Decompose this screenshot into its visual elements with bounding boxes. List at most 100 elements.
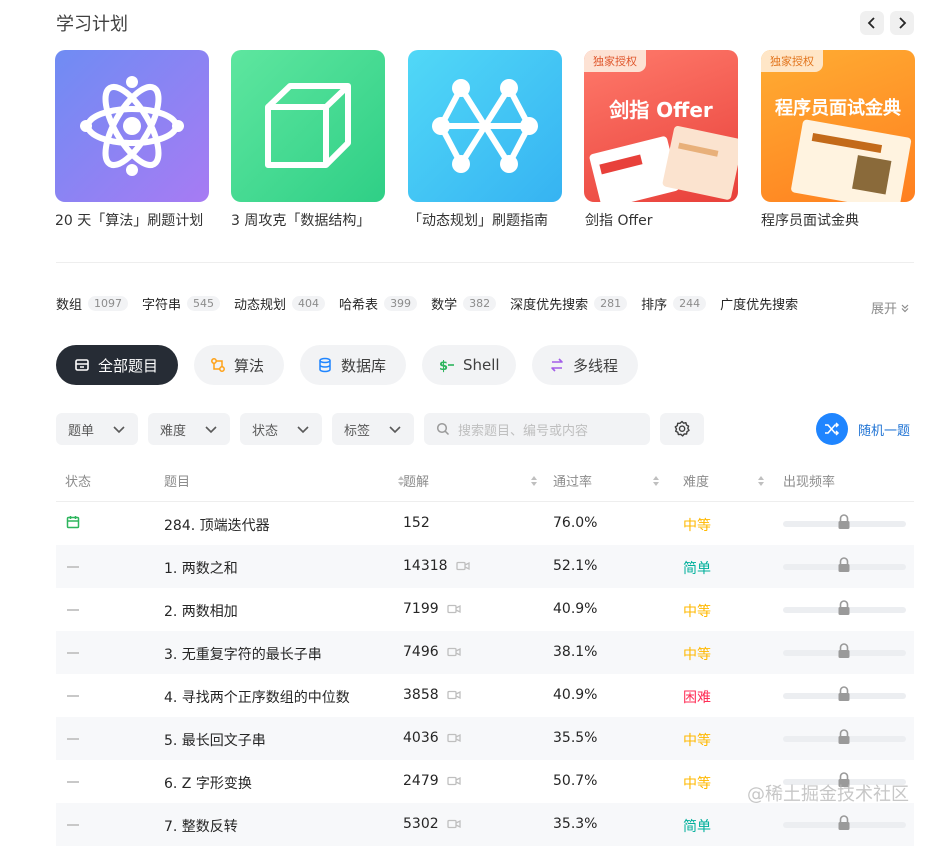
- lock-icon[interactable]: [837, 729, 851, 745]
- study-plan-card-data-structure[interactable]: [231, 50, 385, 202]
- video-icon[interactable]: [446, 646, 461, 658]
- problem-title[interactable]: 7. 整数反转: [164, 816, 238, 836]
- study-plan-card-algorithm[interactable]: [55, 50, 209, 202]
- problem-title[interactable]: 1. 两数之和: [164, 558, 238, 578]
- random-problem-button[interactable]: [816, 413, 848, 445]
- table-row[interactable]: 1. 两数之和 14318 52.1% 简单: [56, 545, 914, 588]
- acceptance-rate: 38.1%: [553, 644, 598, 660]
- column-difficulty[interactable]: 难度: [683, 471, 765, 490]
- study-plan-card-offer[interactable]: 独家授权 剑指 Offer: [584, 50, 738, 202]
- settings-button[interactable]: [660, 413, 704, 445]
- column-title[interactable]: 题目: [164, 471, 405, 490]
- status-none-icon: [67, 609, 79, 611]
- divider: [56, 262, 914, 263]
- difficulty-label: 中等: [683, 518, 711, 534]
- status-none-icon: [67, 824, 79, 826]
- solutions-count: 14318: [403, 558, 470, 574]
- difficulty-label: 简单: [683, 561, 711, 577]
- tag-math[interactable]: 数学 382: [431, 294, 497, 313]
- status-none-icon: [67, 566, 79, 568]
- search-input[interactable]: 搜索题目、编号或内容: [424, 413, 650, 445]
- video-icon[interactable]: [446, 775, 461, 787]
- video-icon[interactable]: [446, 732, 461, 744]
- expand-tags-button[interactable]: 展开: [871, 298, 910, 317]
- table-row[interactable]: 2. 两数相加 7199 40.9% 中等: [56, 588, 914, 631]
- database-icon: [319, 357, 331, 373]
- acceptance-rate: 40.9%: [553, 601, 598, 617]
- problem-title[interactable]: 284. 顶端迭代器: [164, 515, 270, 535]
- tag-bfs[interactable]: 广度优先搜索: [720, 294, 798, 313]
- acceptance-rate: 40.9%: [553, 687, 598, 703]
- card-label: 3 周攻克「数据结构」: [231, 213, 371, 229]
- book-cover-art: [589, 125, 738, 202]
- video-icon[interactable]: [446, 689, 461, 701]
- chevron-down-icon: [297, 426, 309, 434]
- tag-sort[interactable]: 排序 244: [641, 294, 707, 313]
- filter-status[interactable]: 状态: [240, 413, 322, 445]
- filter-difficulty[interactable]: 难度: [148, 413, 230, 445]
- table-row[interactable]: 284. 顶端迭代器 152 76.0% 中等: [56, 502, 914, 545]
- column-acceptance[interactable]: 通过率: [553, 471, 660, 490]
- problem-title[interactable]: 2. 两数相加: [164, 601, 238, 621]
- video-icon[interactable]: [455, 560, 470, 572]
- lock-icon[interactable]: [837, 686, 851, 702]
- card-label: 程序员面试金典: [761, 213, 859, 229]
- tag-array[interactable]: 数组 1097: [56, 294, 129, 313]
- solutions-count: 7199: [403, 601, 461, 617]
- category-shell[interactable]: $ Shell: [422, 345, 516, 385]
- lock-icon[interactable]: [837, 600, 851, 616]
- tag-dp[interactable]: 动态规划 404: [234, 294, 326, 313]
- book-cover-art: [791, 119, 912, 202]
- table-row[interactable]: 7. 整数反转 5302 35.3% 简单: [56, 803, 914, 846]
- lock-icon[interactable]: [837, 815, 851, 831]
- column-status: 状态: [65, 475, 92, 490]
- filter-problem-list[interactable]: 题单: [56, 413, 138, 445]
- category-database[interactable]: 数据库: [300, 345, 406, 385]
- status-none-icon: [67, 781, 79, 783]
- filter-tags[interactable]: 标签: [332, 413, 414, 445]
- problem-title[interactable]: 6. Z 字形变换: [164, 773, 252, 793]
- difficulty-label: 简单: [683, 819, 711, 835]
- problem-title[interactable]: 5. 最长回文子串: [164, 730, 266, 750]
- gear-icon: [674, 420, 690, 437]
- table-row[interactable]: 3. 无重复字符的最长子串 7496 38.1% 中等: [56, 631, 914, 674]
- shuffle-icon: [825, 422, 840, 436]
- section-title: 学习计划: [56, 14, 128, 35]
- problem-title[interactable]: 4. 寻找两个正序数组的中位数: [164, 687, 350, 707]
- acceptance-rate: 76.0%: [553, 515, 598, 531]
- lock-icon[interactable]: [837, 643, 851, 659]
- sort-icon: [531, 475, 538, 486]
- table-row[interactable]: 4. 寻找两个正序数组的中位数 3858 40.9% 困难: [56, 674, 914, 717]
- video-icon[interactable]: [446, 603, 461, 615]
- column-solutions[interactable]: 题解: [403, 471, 538, 490]
- status-none-icon: [67, 652, 79, 654]
- chevron-down-icon: [389, 426, 401, 434]
- study-plan-card-dp[interactable]: [408, 50, 562, 202]
- lock-icon[interactable]: [837, 557, 851, 573]
- tag-hash-table[interactable]: 哈希表 399: [339, 294, 418, 313]
- table-row[interactable]: 5. 最长回文子串 4036 35.5% 中等: [56, 717, 914, 760]
- solutions-count: 3858: [403, 687, 461, 703]
- multithread-icon: [551, 358, 563, 372]
- next-button[interactable]: [890, 11, 914, 35]
- random-problem-label[interactable]: 随机一题: [858, 420, 910, 439]
- status-none-icon: [67, 695, 79, 697]
- study-plan-card-interview[interactable]: 独家授权 程序员面试金典: [761, 50, 915, 202]
- chevron-left-icon: [867, 17, 875, 29]
- lock-icon[interactable]: [837, 514, 851, 530]
- video-icon[interactable]: [446, 818, 461, 830]
- solutions-count: 2479: [403, 773, 461, 789]
- prev-button[interactable]: [860, 11, 884, 35]
- category-algorithm[interactable]: 算法: [194, 345, 284, 385]
- difficulty-label: 困难: [683, 690, 711, 706]
- card-label: 剑指 Offer: [585, 213, 653, 229]
- problem-title[interactable]: 3. 无重复字符的最长子串: [164, 644, 322, 664]
- tag-string[interactable]: 字符串 545: [142, 294, 221, 313]
- acceptance-rate: 35.3%: [553, 816, 598, 832]
- card-label: 20 天「算法」刷题计划: [55, 213, 204, 229]
- category-multithread[interactable]: 多线程: [532, 345, 638, 385]
- category-all[interactable]: 全部题目: [56, 345, 178, 385]
- chevron-down-icon: [113, 426, 125, 434]
- tag-dfs[interactable]: 深度优先搜索 281: [510, 294, 628, 313]
- difficulty-label: 中等: [683, 776, 711, 792]
